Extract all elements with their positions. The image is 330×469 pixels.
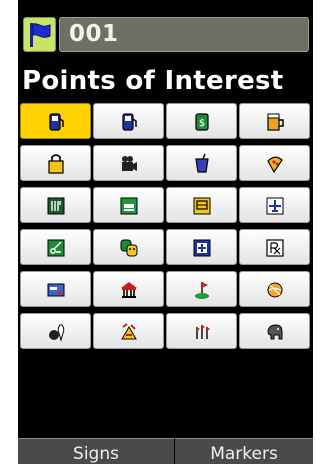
- poi-cell-scissors[interactable]: [20, 229, 91, 265]
- page-title: Points of Interest: [22, 66, 284, 96]
- poi-cell-shopping-bag[interactable]: [20, 145, 91, 181]
- poi-cell-restaurant[interactable]: [20, 187, 91, 223]
- credit-card-icon: [47, 283, 65, 297]
- drink-cup-icon: [195, 153, 209, 173]
- theater-masks-icon: [120, 239, 138, 257]
- hospital-icon: [193, 239, 211, 257]
- scissors-icon: [47, 239, 65, 257]
- softkey-bar: Signs Markers: [18, 438, 313, 464]
- golf-icon: [195, 282, 209, 299]
- building-icon: [193, 197, 211, 215]
- poi-cell-money-bank[interactable]: $: [166, 103, 237, 139]
- waypoint-name-value: 001: [69, 21, 119, 47]
- blue-flag-icon: [30, 23, 51, 47]
- poi-cell-museum[interactable]: [93, 271, 164, 307]
- poi-cell-lodging[interactable]: [93, 187, 164, 223]
- pharmacy-icon: [266, 239, 284, 257]
- airport-icon: [266, 197, 284, 215]
- bowling-icon: [49, 324, 65, 342]
- pizza-icon: [267, 156, 283, 174]
- movie-camera-icon: [122, 156, 137, 171]
- museum-icon: [121, 282, 137, 298]
- poi-cell-fuel-station[interactable]: [93, 103, 164, 139]
- poi-cell-hospital[interactable]: [166, 229, 237, 265]
- zoo-elephant-icon: [267, 324, 283, 340]
- poi-cell-zoo[interactable]: [239, 313, 310, 349]
- poi-cell-golf[interactable]: [166, 271, 237, 307]
- fuel-station-icon: [122, 113, 137, 131]
- poi-cell-pharmacy[interactable]: [239, 229, 310, 265]
- waypoint-name-field[interactable]: 001: [59, 17, 309, 52]
- markers-button[interactable]: Markers: [175, 438, 313, 464]
- poi-cell-building[interactable]: [166, 187, 237, 223]
- lodging-bed-icon: [120, 197, 138, 215]
- poi-cell-airport[interactable]: [239, 187, 310, 223]
- poi-cell-fuel-pump[interactable]: [20, 103, 91, 139]
- money-bank-icon: $: [195, 113, 209, 131]
- signs-button[interactable]: Signs: [18, 438, 174, 464]
- svg-text:$: $: [199, 118, 205, 129]
- shopping-bag-icon: [48, 154, 64, 174]
- fuel-pump-icon: [49, 113, 64, 131]
- poi-cell-theater[interactable]: [93, 229, 164, 265]
- restaurant-icon: [47, 197, 65, 215]
- amusement-park-icon: [121, 323, 137, 340]
- header: 001: [18, 0, 313, 62]
- poi-cell-sports-ball[interactable]: [239, 271, 310, 307]
- poi-cell-beer-mug[interactable]: [239, 103, 310, 139]
- poi-cell-credit-card[interactable]: [20, 271, 91, 307]
- sports-ball-icon: [267, 282, 283, 298]
- poi-cell-amusement-park[interactable]: [93, 313, 164, 349]
- device-screen: 001 Points of Interest $ Signs Markers: [18, 0, 313, 464]
- waypoint-symbol-button[interactable]: [23, 17, 56, 52]
- poi-cell-pizza[interactable]: [239, 145, 310, 181]
- beer-mug-icon: [267, 113, 284, 131]
- poi-cell-drink-cup[interactable]: [166, 145, 237, 181]
- hiking-icon: [196, 325, 210, 339]
- poi-cell-hiking[interactable]: [166, 313, 237, 349]
- poi-cell-movie-camera[interactable]: [93, 145, 164, 181]
- poi-cell-bowling[interactable]: [20, 313, 91, 349]
